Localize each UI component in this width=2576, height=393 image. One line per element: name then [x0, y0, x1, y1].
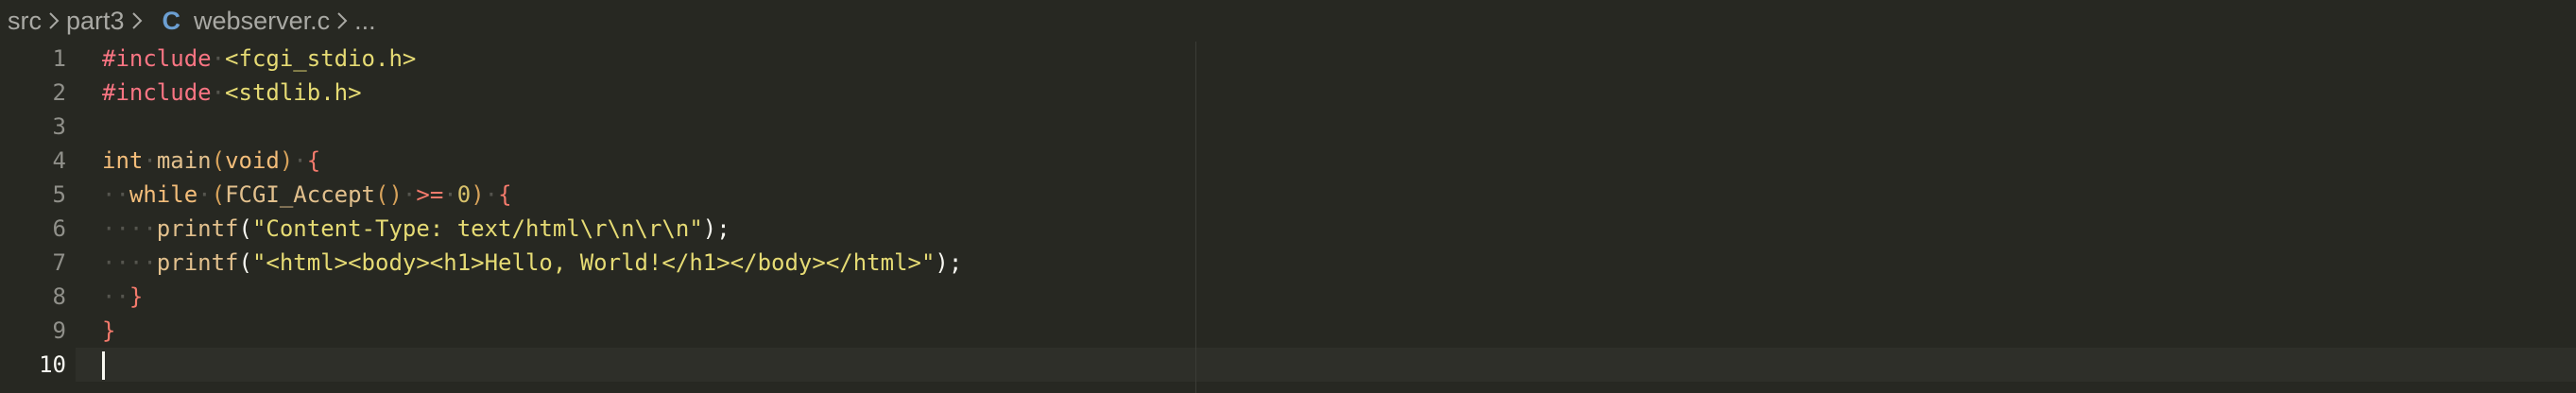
line-number: 8 [52, 283, 66, 310]
code-line-active[interactable] [102, 348, 2576, 382]
open-brace: { [306, 147, 321, 174]
close-brace: } [102, 317, 116, 344]
line-number: 9 [52, 317, 66, 344]
include-header: <fcgi_stdio.h> [225, 45, 417, 72]
code-line: } [102, 314, 2576, 348]
c-file-icon: C [162, 6, 181, 35]
breadcrumb-part3[interactable]: part3 [66, 7, 125, 36]
function-call: printf [156, 249, 239, 276]
line-number: 3 [52, 113, 66, 140]
code-line: ··while·(FCGI_Accept()·>=·0)·{ [102, 181, 512, 208]
open-paren: ( [211, 181, 226, 208]
chevron-right-icon [42, 0, 66, 42]
code-editor[interactable]: 1 2 3 4 5 6 7 8 9 10 #include·<fcgi_stdi… [0, 42, 2576, 393]
function-call: printf [156, 215, 239, 242]
line-number-active: 10 [39, 351, 66, 378]
breadcrumb-src[interactable]: src [8, 7, 42, 36]
line-number: 1 [52, 45, 66, 72]
type-keyword: int [102, 147, 144, 174]
statement-end: ); [935, 249, 963, 276]
statement-end: ); [702, 215, 730, 242]
while-keyword: while [129, 181, 198, 208]
open-paren: ( [238, 215, 252, 242]
line-number: 4 [52, 147, 66, 174]
code-line: ····printf("<html><body><h1>Hello, World… [102, 249, 963, 276]
line-number: 7 [52, 249, 66, 276]
text-cursor [102, 351, 105, 380]
breadcrumb-file[interactable]: webserver.c [194, 7, 330, 36]
function-name: main [156, 147, 212, 174]
string-literal: "Content-Type: text/html\r\n\r\n" [251, 215, 703, 242]
code-line: ··} [102, 283, 144, 310]
preprocessor-directive: #include [102, 79, 212, 106]
param-type: void [225, 147, 280, 174]
line-number: 6 [52, 215, 66, 242]
operator: >= [416, 181, 444, 208]
chevron-right-icon [125, 0, 149, 42]
open-paren: ( [211, 147, 226, 174]
call-parens: () [375, 181, 403, 208]
line-number: 5 [52, 181, 66, 208]
include-header: <stdlib.h> [225, 79, 362, 106]
line-number: 2 [52, 79, 66, 106]
close-brace: } [129, 283, 144, 310]
code-line: ····printf("Content-Type: text/html\r\n\… [102, 215, 730, 242]
code-line: #include·<stdlib.h> [102, 79, 362, 106]
chevron-right-icon [330, 0, 354, 42]
code-line: #include·<fcgi_stdio.h> [102, 45, 417, 72]
breadcrumb-symbols[interactable]: ... [354, 7, 376, 36]
function-call: FCGI_Accept [225, 181, 376, 208]
code-area[interactable]: #include·<fcgi_stdio.h> #include·<stdlib… [102, 42, 2576, 382]
string-literal: "<html><body><h1>Hello, World!</h1></bod… [251, 249, 936, 276]
line-number-gutter: 1 2 3 4 5 6 7 8 9 10 [0, 42, 66, 382]
close-paren: ) [471, 181, 485, 208]
code-line: int·main(void)·{ [102, 147, 321, 174]
number-literal: 0 [456, 181, 472, 208]
close-paren: ) [279, 147, 294, 174]
open-brace: { [498, 181, 512, 208]
breadcrumb: src part3 C webserver.c ... [0, 0, 2576, 42]
preprocessor-directive: #include [102, 45, 212, 72]
open-paren: ( [238, 249, 252, 276]
